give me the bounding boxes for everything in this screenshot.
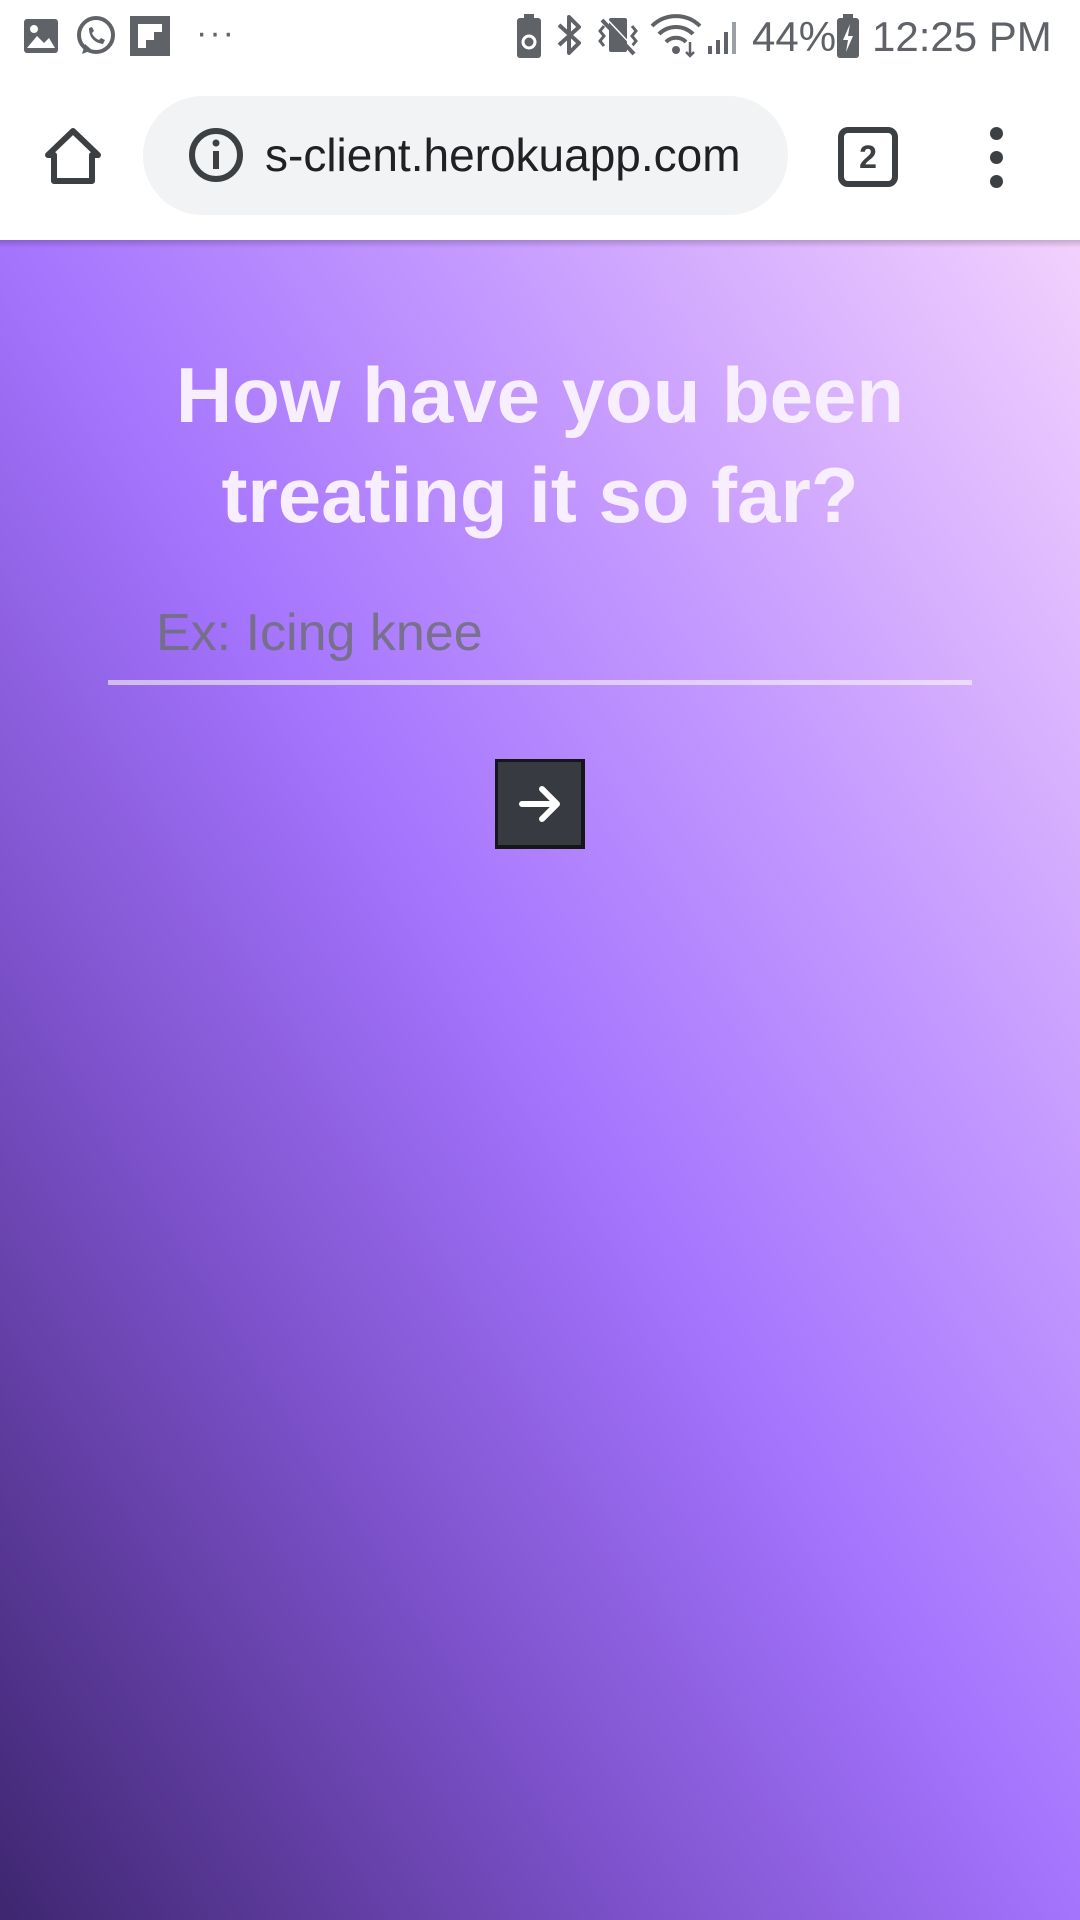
home-icon bbox=[42, 125, 104, 187]
overflow-menu-dot bbox=[989, 174, 1003, 188]
url-value: s-client.herokuapp.com bbox=[265, 129, 741, 181]
tab-switcher-button[interactable]: 2 bbox=[838, 127, 898, 187]
arrow-right-icon bbox=[518, 784, 562, 824]
page-content: How have you been treating it so far? bbox=[0, 240, 1080, 1920]
status-bar: ··· 44% 12:25 PM bbox=[0, 0, 1080, 75]
toolbar-shadow bbox=[0, 240, 1080, 248]
tab-count: 2 bbox=[859, 138, 877, 175]
browser-toolbar: s-client.herokuapp.com 2 bbox=[0, 75, 1080, 240]
clock: 12:25 PM bbox=[872, 13, 1052, 60]
overflow-menu-dot bbox=[989, 150, 1003, 164]
overflow-menu-icon bbox=[989, 126, 1003, 140]
bluetooth-icon bbox=[554, 12, 584, 58]
battery-charging-icon bbox=[836, 14, 860, 58]
wifi-icon bbox=[650, 12, 702, 58]
vibrate-icon bbox=[596, 14, 640, 58]
whatsapp-icon bbox=[74, 14, 118, 58]
battery-percent: 44% bbox=[752, 13, 837, 60]
address-bar[interactable]: s-client.herokuapp.com bbox=[143, 96, 788, 215]
more-notifications-icon: ··· bbox=[196, 14, 236, 52]
overflow-menu-button[interactable] bbox=[966, 117, 1026, 197]
info-icon[interactable] bbox=[187, 126, 245, 184]
home-button[interactable] bbox=[34, 117, 112, 195]
gallery-icon bbox=[22, 17, 60, 55]
treatment-input[interactable] bbox=[108, 585, 972, 685]
phone-screen: ··· 44% 12:25 PM s-client.herokuapp.com … bbox=[0, 0, 1080, 1920]
url-text[interactable]: s-client.herokuapp.com bbox=[265, 123, 778, 187]
next-button[interactable] bbox=[495, 759, 585, 849]
signal-icon bbox=[706, 16, 742, 56]
battery-saver-icon bbox=[516, 14, 542, 58]
question-heading: How have you been treating it so far? bbox=[175, 351, 905, 539]
flipboard-icon bbox=[128, 14, 172, 58]
